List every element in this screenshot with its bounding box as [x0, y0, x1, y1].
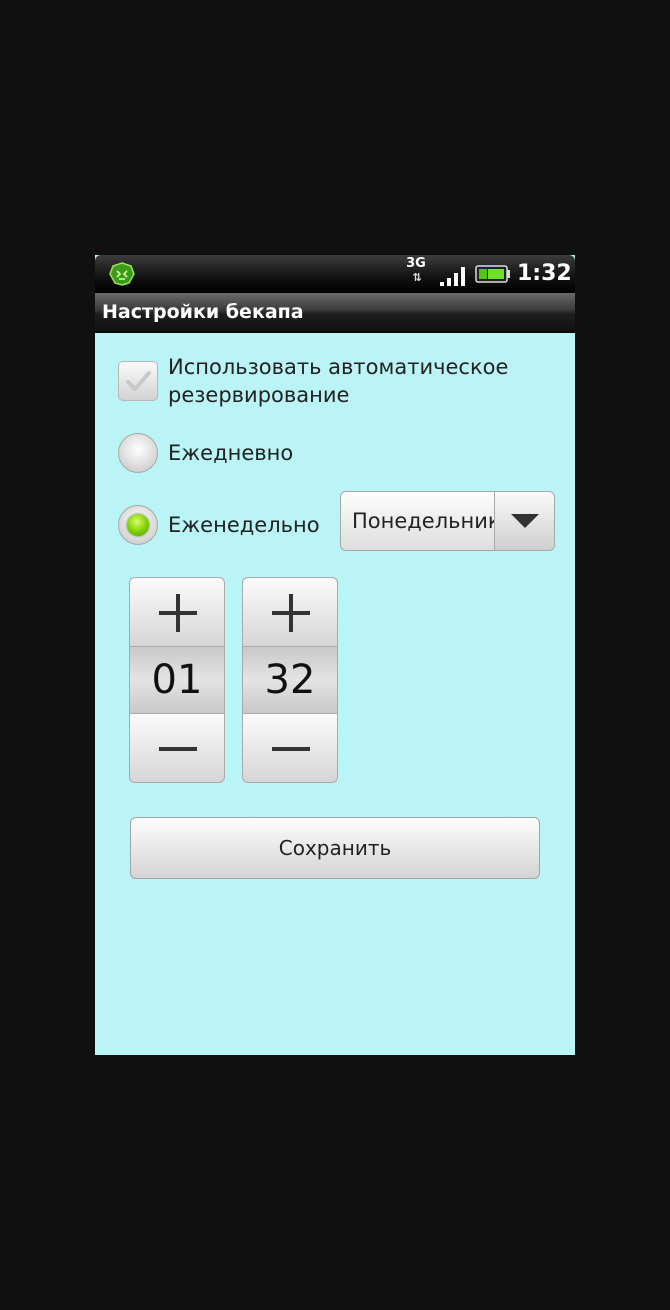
minutes-increment-button[interactable] [242, 577, 338, 647]
network-type-label: 3G [406, 256, 426, 271]
status-clock: 1:32 [517, 261, 572, 286]
signal-bars-icon [440, 267, 465, 286]
checkmark-icon [126, 371, 151, 391]
minutes-stepper: 32 [242, 577, 338, 783]
plus-icon [272, 594, 310, 632]
weekday-dropdown-button[interactable] [494, 492, 554, 550]
hours-decrement-button[interactable] [129, 713, 225, 783]
minus-icon [159, 747, 197, 751]
network-3g-icon: 3G ⇅ [404, 257, 428, 291]
radio-selected-dot [127, 514, 149, 536]
phone-screen: 3G ⇅ 1:32 Настройки бекапа Использовать … [95, 255, 575, 1055]
hours-stepper: 01 [129, 577, 225, 783]
radio-weekly[interactable] [118, 505, 158, 545]
status-bar: 3G ⇅ 1:32 [95, 255, 575, 293]
minus-icon [272, 747, 310, 751]
daily-label: Ежедневно [168, 441, 294, 465]
weekday-dropdown-value: Понедельник [352, 509, 495, 533]
plus-icon [159, 594, 197, 632]
minutes-decrement-button[interactable] [242, 713, 338, 783]
save-button[interactable]: Сохранить [130, 817, 540, 879]
hours-increment-button[interactable] [129, 577, 225, 647]
battery-icon [475, 265, 510, 283]
hours-value[interactable]: 01 [129, 647, 225, 713]
minutes-value[interactable]: 32 [242, 647, 338, 713]
radio-daily[interactable] [118, 433, 158, 473]
network-arrows-icon: ⇅ [412, 271, 421, 284]
page-title: Настройки бекапа [102, 301, 304, 323]
weekly-label: Еженедельно [168, 513, 320, 537]
auto-backup-checkbox[interactable] [118, 361, 158, 401]
auto-backup-label: Использовать автоматическое резервирован… [168, 355, 509, 407]
green-app-icon [109, 262, 135, 286]
dropdown-arrow-icon [511, 514, 539, 528]
weekday-dropdown[interactable]: Понедельник [340, 491, 555, 551]
title-bar: Настройки бекапа [95, 293, 575, 333]
